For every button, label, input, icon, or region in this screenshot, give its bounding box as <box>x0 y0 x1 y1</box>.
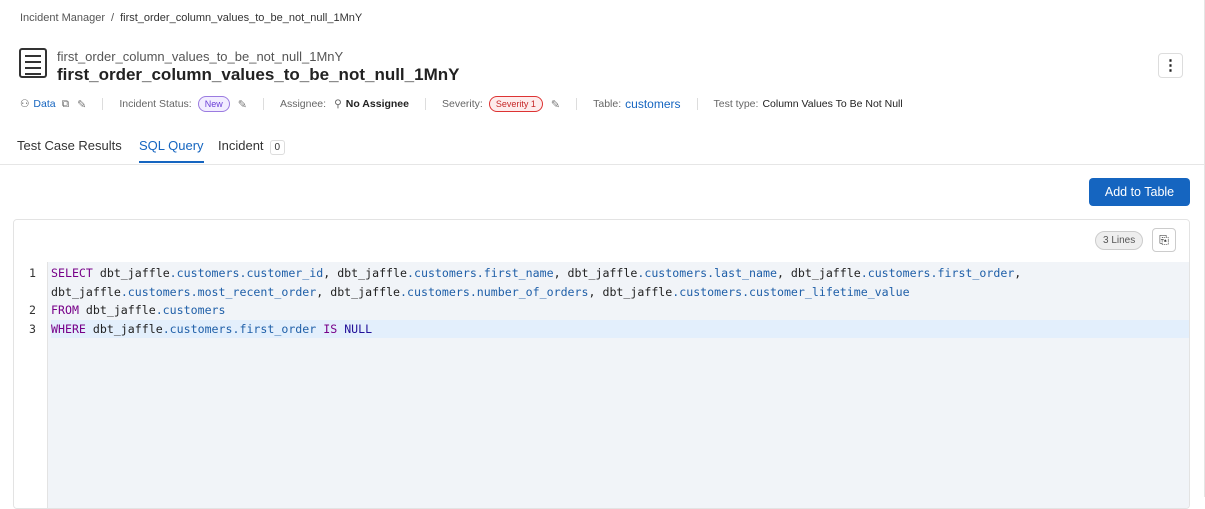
code-text: WHERE dbt_jaffle.customers.first_order I… <box>51 319 1189 338</box>
line-number: 2 <box>29 303 36 317</box>
code-token: FROM <box>51 303 79 317</box>
code-token: .customers.first_order <box>860 266 1015 280</box>
code-text: FROM dbt_jaffle.customers <box>51 301 226 320</box>
assignee-value[interactable]: No Assignee <box>346 98 409 110</box>
divider <box>102 98 104 110</box>
code-token: NULL <box>344 321 373 336</box>
tab-sql-query[interactable]: SQL Query <box>139 138 204 163</box>
team-icon: ⚇ <box>20 98 30 110</box>
code-token: .customers.last_name <box>637 266 777 280</box>
divider <box>576 98 578 110</box>
code-token: .customers.first_name <box>407 266 554 280</box>
status-badge: New <box>197 96 230 112</box>
test-type-label: Test type: <box>713 98 759 110</box>
code-token: SELECT <box>51 266 93 280</box>
add-to-table-button[interactable]: Add to Table <box>1089 178 1190 206</box>
editor-toolbar: 3 Lines ⎘ <box>14 220 1189 262</box>
edit-owner-icon[interactable]: ✎ <box>77 98 86 111</box>
incident-meta: ⚇ Data ⧉ ✎ Incident Status: New ✎ Assign… <box>20 96 903 112</box>
breadcrumb: Incident Manager / first_order_column_valu… <box>20 12 362 24</box>
divider <box>262 98 264 110</box>
code-token: IS <box>323 321 338 336</box>
breadcrumb-root-link[interactable]: Incident Manager <box>20 12 105 24</box>
assignee-label: Assignee: <box>279 98 327 110</box>
code-line: 2 FROM dbt_jaffle.customers <box>14 301 1189 320</box>
tab-bar: Test Case Results SQL Query Incident 0 <box>0 130 1204 165</box>
line-count-badge: 3 Lines <box>1095 231 1144 250</box>
tab-test-case-results[interactable]: Test Case Results <box>17 138 122 161</box>
owner-team-icon: ⧉ <box>61 97 70 110</box>
tab-incident-label: Incident <box>218 138 264 153</box>
test-type-value: Column Values To Be Not Null <box>762 98 903 110</box>
code-token: dbt_jaffle <box>92 266 170 280</box>
severity-label: Severity: <box>442 98 483 110</box>
code-token: WHERE <box>51 321 86 336</box>
incident-count-badge: 0 <box>269 140 286 155</box>
code-text: dbt_jaffle.customers.most_recent_order, … <box>51 283 910 302</box>
code-token: .customers.customer_id <box>169 266 324 280</box>
code-line: 3 WHERE dbt_jaffle.customers.first_order … <box>14 319 1189 338</box>
code-token: .customers.most_recent_order <box>120 284 317 299</box>
table-label: Table: <box>593 98 622 110</box>
page-title: first_order_column_values_to_be_not_null… <box>57 65 460 84</box>
code-token: , <box>1014 266 1022 280</box>
code-token: dbt_jaffle <box>78 303 156 317</box>
severity-badge: Severity 1 <box>488 96 543 112</box>
line-number: 1 <box>29 266 36 280</box>
table-link[interactable]: customers <box>625 97 680 111</box>
more-options-button[interactable]: ⋮ <box>1158 53 1183 78</box>
code-token: .customers.customer_lifetime_value <box>672 284 910 299</box>
code-token: , dbt_jaffle <box>553 266 638 280</box>
line-number: 3 <box>29 321 36 336</box>
code-token: , dbt_jaffle <box>776 266 861 280</box>
code-text: SELECT dbt_jaffle.customers.customer_id,… <box>51 264 1021 283</box>
copy-icon: ⎘ <box>1159 233 1169 247</box>
code-line: dbt_jaffle.customers.most_recent_order, … <box>14 283 1189 302</box>
code-area[interactable]: 1 SELECT dbt_jaffle.customers.customer_id… <box>14 262 1189 508</box>
page-subtitle: first_order_column_values_to_be_not_null… <box>57 49 344 64</box>
test-case-list-icon <box>19 48 47 78</box>
copy-button[interactable]: ⎘ <box>1152 228 1176 252</box>
breadcrumb-separator: / <box>111 12 115 24</box>
code-token: , dbt_jaffle <box>316 284 401 299</box>
code-token: , dbt_jaffle <box>588 284 673 299</box>
sql-editor: 3 Lines ⎘ 1 SELECT dbt_jaffle.customers.c… <box>13 219 1190 509</box>
code-token: dbt_jaffle <box>51 284 121 299</box>
user-icon: ⚲ <box>334 98 342 110</box>
code-token: dbt_jaffle <box>85 321 163 336</box>
code-token: .customers.number_of_orders <box>400 284 589 299</box>
edit-status-icon[interactable]: ✎ <box>238 98 247 111</box>
edit-severity-icon[interactable]: ✎ <box>551 98 560 111</box>
status-label: Incident Status: <box>119 98 192 110</box>
divider <box>425 98 426 110</box>
owner-link[interactable]: Data <box>33 98 55 110</box>
code-line: 1 SELECT dbt_jaffle.customers.customer_id… <box>14 264 1189 283</box>
code-token: , dbt_jaffle <box>323 266 407 280</box>
code-token: .customers.first_order <box>162 321 317 336</box>
divider <box>696 98 698 110</box>
tab-incident[interactable]: Incident 0 <box>218 138 286 163</box>
code-token: .customers <box>155 303 226 317</box>
breadcrumb-current: first_order_column_values_to_be_not_null… <box>120 12 363 24</box>
